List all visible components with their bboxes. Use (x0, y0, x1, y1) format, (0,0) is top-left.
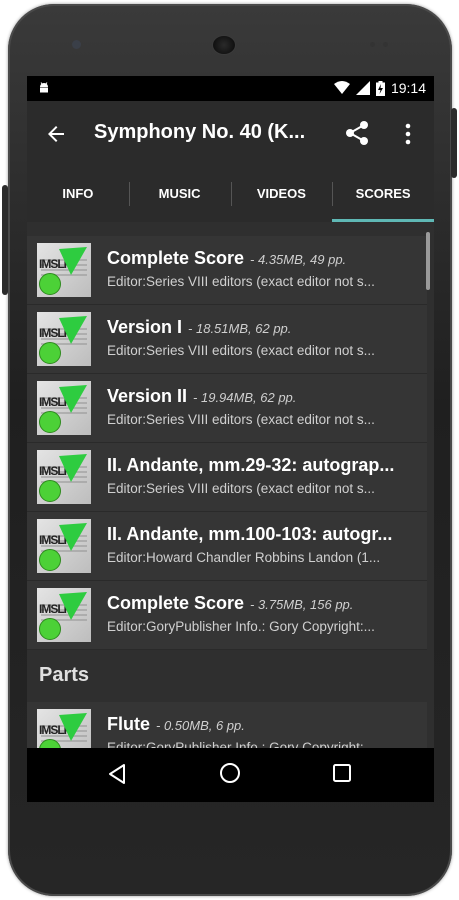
score-title: II. Andante, mm.29-32: autograp... (107, 455, 395, 475)
tab-bar: INFO MUSIC VIDEOS SCORES (27, 166, 434, 222)
back-arrow-icon[interactable] (44, 122, 68, 146)
more-options-icon[interactable] (403, 122, 413, 146)
screen: 19:14 Symphony No. 40 (K... INFO MUSIC V… (27, 76, 434, 802)
checkmark-icon (59, 247, 87, 275)
score-item[interactable]: IMSLP Complete Score - 3.75MB, 156 pp. Ed… (27, 581, 427, 650)
part-meta: - 0.50MB, 6 pp. (156, 718, 245, 733)
score-title: II. Andante, mm.100-103: autogr... (107, 524, 393, 544)
signal-icon (355, 81, 370, 95)
checkmark-icon (59, 713, 87, 741)
imslp-thumbnail: IMSLP (37, 450, 91, 504)
volume-button (2, 185, 8, 295)
battery-charging-icon (375, 80, 385, 96)
scores-list[interactable]: IMSLP Complete Score - 4.35MB, 49 pp. Edi… (27, 222, 434, 794)
part-title: Flute (107, 714, 150, 734)
nav-back-icon[interactable] (105, 762, 129, 786)
imslp-thumbnail: IMSLP (37, 519, 91, 573)
wifi-icon (333, 81, 350, 94)
light-sensor (383, 42, 388, 47)
app-bar: Symphony No. 40 (K... (27, 101, 434, 166)
checkmark-icon (59, 385, 87, 413)
imslp-thumbnail: IMSLP (37, 312, 91, 366)
scrollbar[interactable] (426, 232, 430, 290)
score-title: Version I (107, 317, 183, 337)
proximity-sensor (370, 42, 375, 47)
navigation-bar (27, 748, 434, 802)
checkmark-icon (59, 523, 87, 551)
score-meta: - 3.75MB, 156 pp. (250, 597, 354, 612)
score-editor: Editor:Series VIII editors (exact editor… (107, 343, 375, 358)
score-item[interactable]: IMSLP Version I - 18.51MB, 62 pp. Editor:… (27, 305, 427, 374)
score-editor: Editor:GoryPublisher Info.: Gory Copyrig… (107, 619, 375, 634)
checkmark-icon (59, 454, 87, 482)
page-title: Symphony No. 40 (K... (94, 121, 306, 143)
score-editor: Editor:Howard Chandler Robbins Landon (1… (107, 550, 381, 565)
tab-music[interactable]: MUSIC (128, 166, 231, 222)
score-item[interactable]: IMSLP II. Andante, mm.29-32: autograp...… (27, 443, 427, 512)
score-meta: - 19.94MB, 62 pp. (193, 390, 297, 405)
tab-scores[interactable]: SCORES (332, 166, 434, 222)
score-meta: - 4.35MB, 49 pp. (250, 252, 347, 267)
status-bar: 19:14 (27, 76, 434, 101)
imslp-thumbnail: IMSLP (37, 243, 91, 297)
nav-home-icon[interactable] (219, 762, 241, 784)
score-title: Version II (107, 386, 188, 406)
power-button (451, 108, 457, 178)
score-title: Complete Score (107, 593, 245, 613)
status-time: 19:14 (390, 80, 426, 96)
android-notification-icon (40, 82, 48, 93)
checkmark-icon (59, 592, 87, 620)
imslp-thumbnail: IMSLP (37, 588, 91, 642)
checkmark-icon (59, 316, 87, 344)
parts-section-title: Parts (39, 664, 90, 686)
imslp-thumbnail: IMSLP (37, 381, 91, 435)
score-editor: Editor:Series VIII editors (exact editor… (107, 274, 375, 289)
tab-info[interactable]: INFO (27, 166, 129, 222)
score-editor: Editor:Series VIII editors (exact editor… (107, 481, 375, 496)
score-item[interactable]: IMSLP Complete Score - 4.35MB, 49 pp. Edi… (27, 236, 427, 305)
score-item[interactable]: IMSLP II. Andante, mm.100-103: autogr...… (27, 512, 427, 581)
tab-videos[interactable]: VIDEOS (230, 166, 333, 222)
earpiece-speaker (213, 36, 235, 54)
score-item[interactable]: IMSLP Version II - 19.94MB, 62 pp. Editor… (27, 374, 427, 443)
score-meta: - 18.51MB, 62 pp. (188, 321, 292, 336)
share-icon[interactable] (343, 119, 371, 147)
score-editor: Editor:Series VIII editors (exact editor… (107, 412, 375, 427)
front-camera (72, 40, 81, 49)
score-title: Complete Score (107, 248, 245, 268)
nav-recent-apps-icon[interactable] (332, 763, 352, 783)
